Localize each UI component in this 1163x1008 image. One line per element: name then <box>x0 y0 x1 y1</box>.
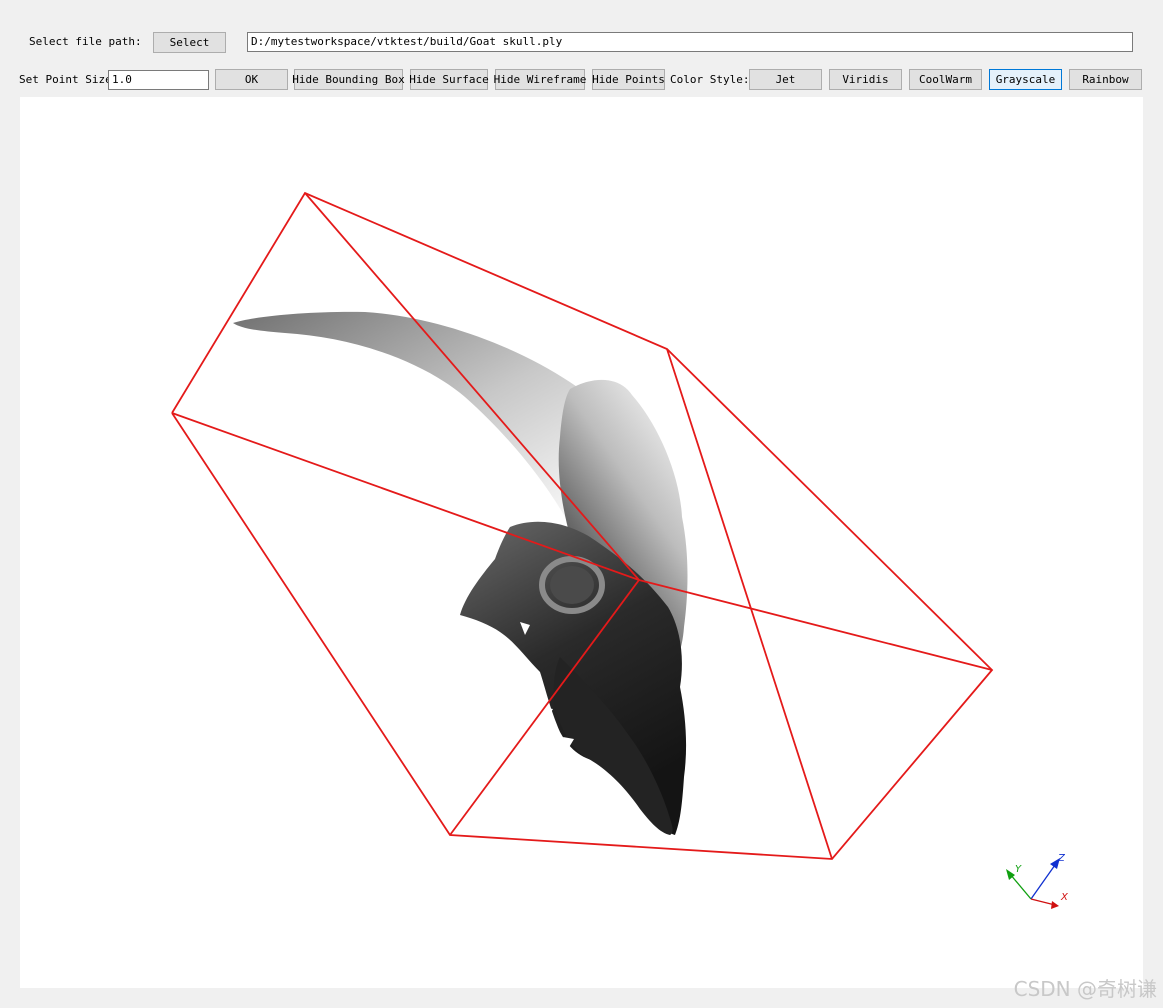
color-grayscale-button[interactable]: Grayscale <box>989 69 1062 90</box>
app-window: Select file path: Select D:/mytestworksp… <box>0 0 1163 1008</box>
color-coolwarm-button[interactable]: CoolWarm <box>909 69 982 90</box>
axis-z-label: Z <box>1057 853 1066 864</box>
point-size-label: Set Point Size <box>19 73 112 86</box>
axis-y-label: Y <box>1015 864 1022 875</box>
point-size-input[interactable]: 1.0 <box>108 70 209 90</box>
hide-wireframe-button[interactable]: Hide Wireframe <box>494 69 586 90</box>
file-path-label: Select file path: <box>29 35 142 48</box>
hide-bounding-box-button[interactable]: Hide Bounding Box <box>292 69 405 90</box>
hide-surface-button[interactable]: Hide Surface <box>409 69 489 90</box>
scene-canvas: Y Z X <box>171 191 1069 909</box>
color-rainbow-button[interactable]: Rainbow <box>1069 69 1142 90</box>
hide-points-button[interactable]: Hide Points <box>592 69 665 90</box>
color-style-label: Color Style: <box>670 73 750 86</box>
csdn-watermark: CSDN @奇树谦 <box>1013 977 1157 1001</box>
axis-x-label: X <box>1060 892 1069 903</box>
render-viewport[interactable]: Y Z X <box>20 97 1143 988</box>
select-file-button[interactable]: Select <box>153 32 226 53</box>
ok-button[interactable]: OK <box>215 69 288 90</box>
color-jet-button[interactable]: Jet <box>749 69 822 90</box>
file-path-field[interactable]: D:/mytestworkspace/vtktest/build/Goat sk… <box>247 32 1133 52</box>
color-viridis-button[interactable]: Viridis <box>829 69 902 90</box>
orientation-axes-widget: Y Z X <box>1006 853 1069 909</box>
